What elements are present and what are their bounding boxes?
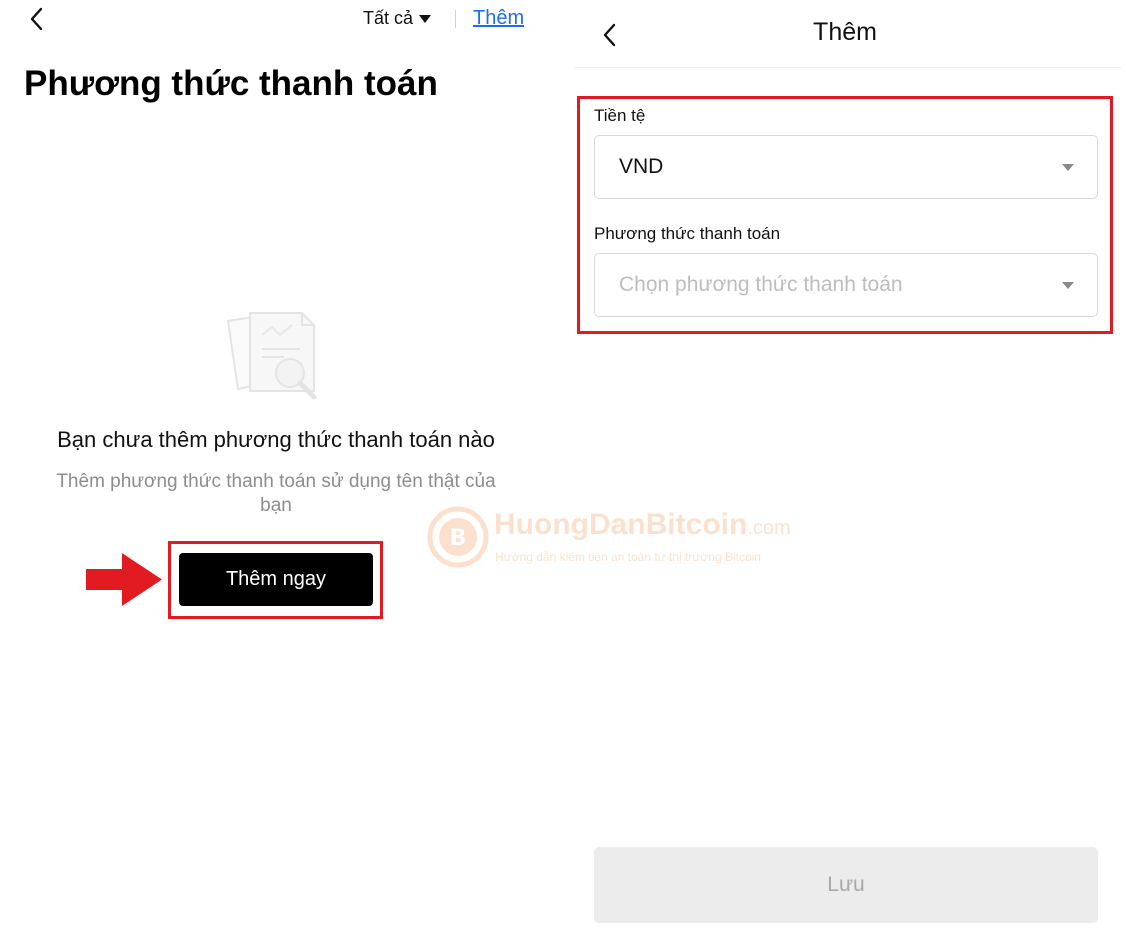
payment-method-label: Phương thức thanh toán	[594, 224, 781, 243]
payment-method-placeholder: Chọn phương thức thanh toán	[619, 273, 903, 296]
currency-select[interactable]: VND	[594, 135, 1098, 199]
currency-label: Tiền tệ	[594, 106, 646, 125]
add-link[interactable]: Thêm	[473, 7, 524, 30]
page-title: Phương thức thanh toán	[24, 64, 438, 103]
filter-dropdown[interactable]: Tất cả	[363, 8, 432, 29]
add-payment-method-screen: Thêm Tiền tệ VND Phương thức thanh toán …	[565, 0, 1125, 937]
save-button[interactable]: Lưu	[594, 847, 1098, 923]
caret-down-icon	[419, 15, 432, 23]
header-title: Thêm	[813, 18, 877, 46]
empty-state-title: Bạn chưa thêm phương thức thanh toán nào	[57, 427, 495, 452]
filter-label: Tất cả	[363, 8, 414, 28]
red-arrow-icon	[86, 553, 162, 606]
currency-value: VND	[619, 155, 664, 178]
payment-method-select[interactable]: Chọn phương thức thanh toán	[594, 253, 1098, 317]
document-search-icon	[226, 312, 317, 400]
dropdown-arrow-icon	[1062, 282, 1074, 289]
header-divider	[455, 10, 456, 28]
empty-state-subtitle: Thêm phương thức thanh toán sử dụng tên …	[56, 471, 496, 516]
add-now-button[interactable]: Thêm ngay	[179, 553, 373, 606]
payment-methods-screen: Tất cả Thêm Phương thức thanh toán Bạn c…	[0, 0, 560, 937]
dropdown-arrow-icon	[1062, 164, 1074, 171]
back-chevron-icon[interactable]	[26, 6, 48, 32]
header-divider	[575, 67, 1121, 68]
